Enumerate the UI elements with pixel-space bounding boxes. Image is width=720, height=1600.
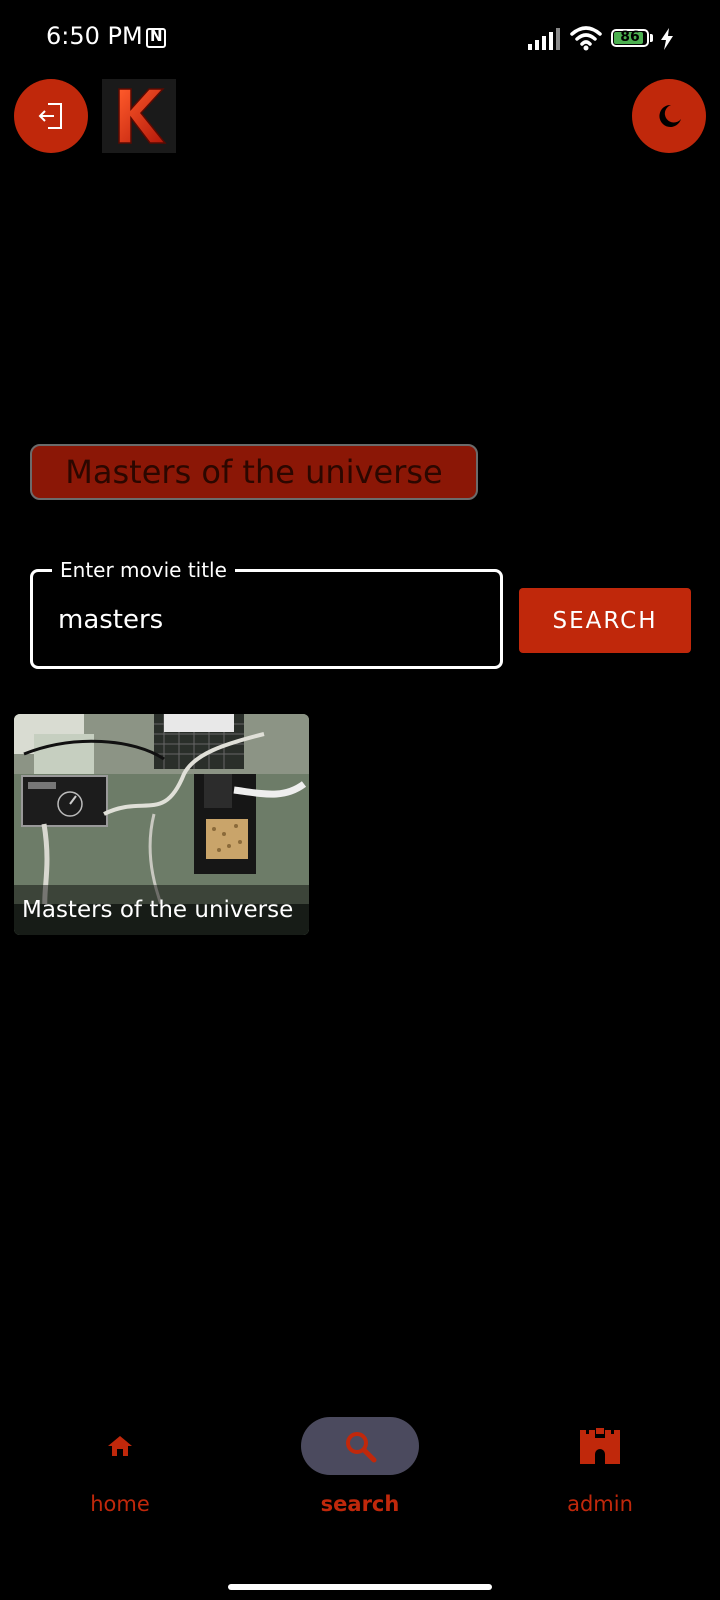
selected-movie-title: Masters of the universe: [30, 444, 478, 500]
search-button-label: SEARCH: [552, 607, 658, 634]
home-icon: [108, 1436, 132, 1456]
app-screen: 6:50 PM 86: [0, 0, 720, 1600]
nav-icon-container-search: [301, 1417, 419, 1475]
app-logo-mark: [118, 88, 167, 144]
logout-icon: [38, 103, 62, 129]
battery-tip: [650, 34, 653, 42]
nav-item-admin[interactable]: admin: [520, 1400, 680, 1520]
search-button[interactable]: SEARCH: [519, 588, 691, 653]
nav-icon-container-home: [61, 1417, 179, 1475]
nav-item-search[interactable]: search: [280, 1400, 440, 1520]
bottom-navigation: home search admin: [0, 1400, 720, 1540]
movie-result-card[interactable]: Masters of the universe: [14, 714, 309, 935]
status-bar: 6:50 PM 86: [0, 0, 720, 80]
app-logo: K: [102, 79, 176, 153]
status-time: 6:50 PM: [46, 22, 143, 50]
battery-icon: 86: [611, 29, 649, 47]
selected-movie-title-text: Masters of the universe: [65, 453, 443, 491]
nav-label-search: search: [320, 1492, 400, 1516]
movie-title-input[interactable]: [58, 598, 478, 642]
search-icon: [346, 1432, 377, 1463]
signal-icon: [528, 28, 560, 50]
moon-icon: [659, 104, 681, 127]
search-field-label: Enter movie title: [52, 558, 235, 582]
charging-icon: [661, 28, 673, 50]
wifi-icon: [570, 26, 602, 51]
castle-icon: [580, 1428, 620, 1464]
logout-button[interactable]: [14, 79, 88, 153]
home-indicator[interactable]: [228, 1584, 492, 1590]
movie-card-title: Masters of the universe: [22, 897, 294, 923]
nfc-icon: [146, 27, 166, 48]
nav-item-home[interactable]: home: [40, 1400, 200, 1520]
movie-card-caption: Masters of the universe: [14, 885, 309, 935]
nav-icon-container-admin: [541, 1417, 659, 1475]
battery-level: 86: [620, 29, 640, 45]
theme-toggle-button[interactable]: [632, 79, 706, 153]
nav-label-home: home: [90, 1492, 150, 1516]
nav-label-admin: admin: [567, 1492, 633, 1516]
